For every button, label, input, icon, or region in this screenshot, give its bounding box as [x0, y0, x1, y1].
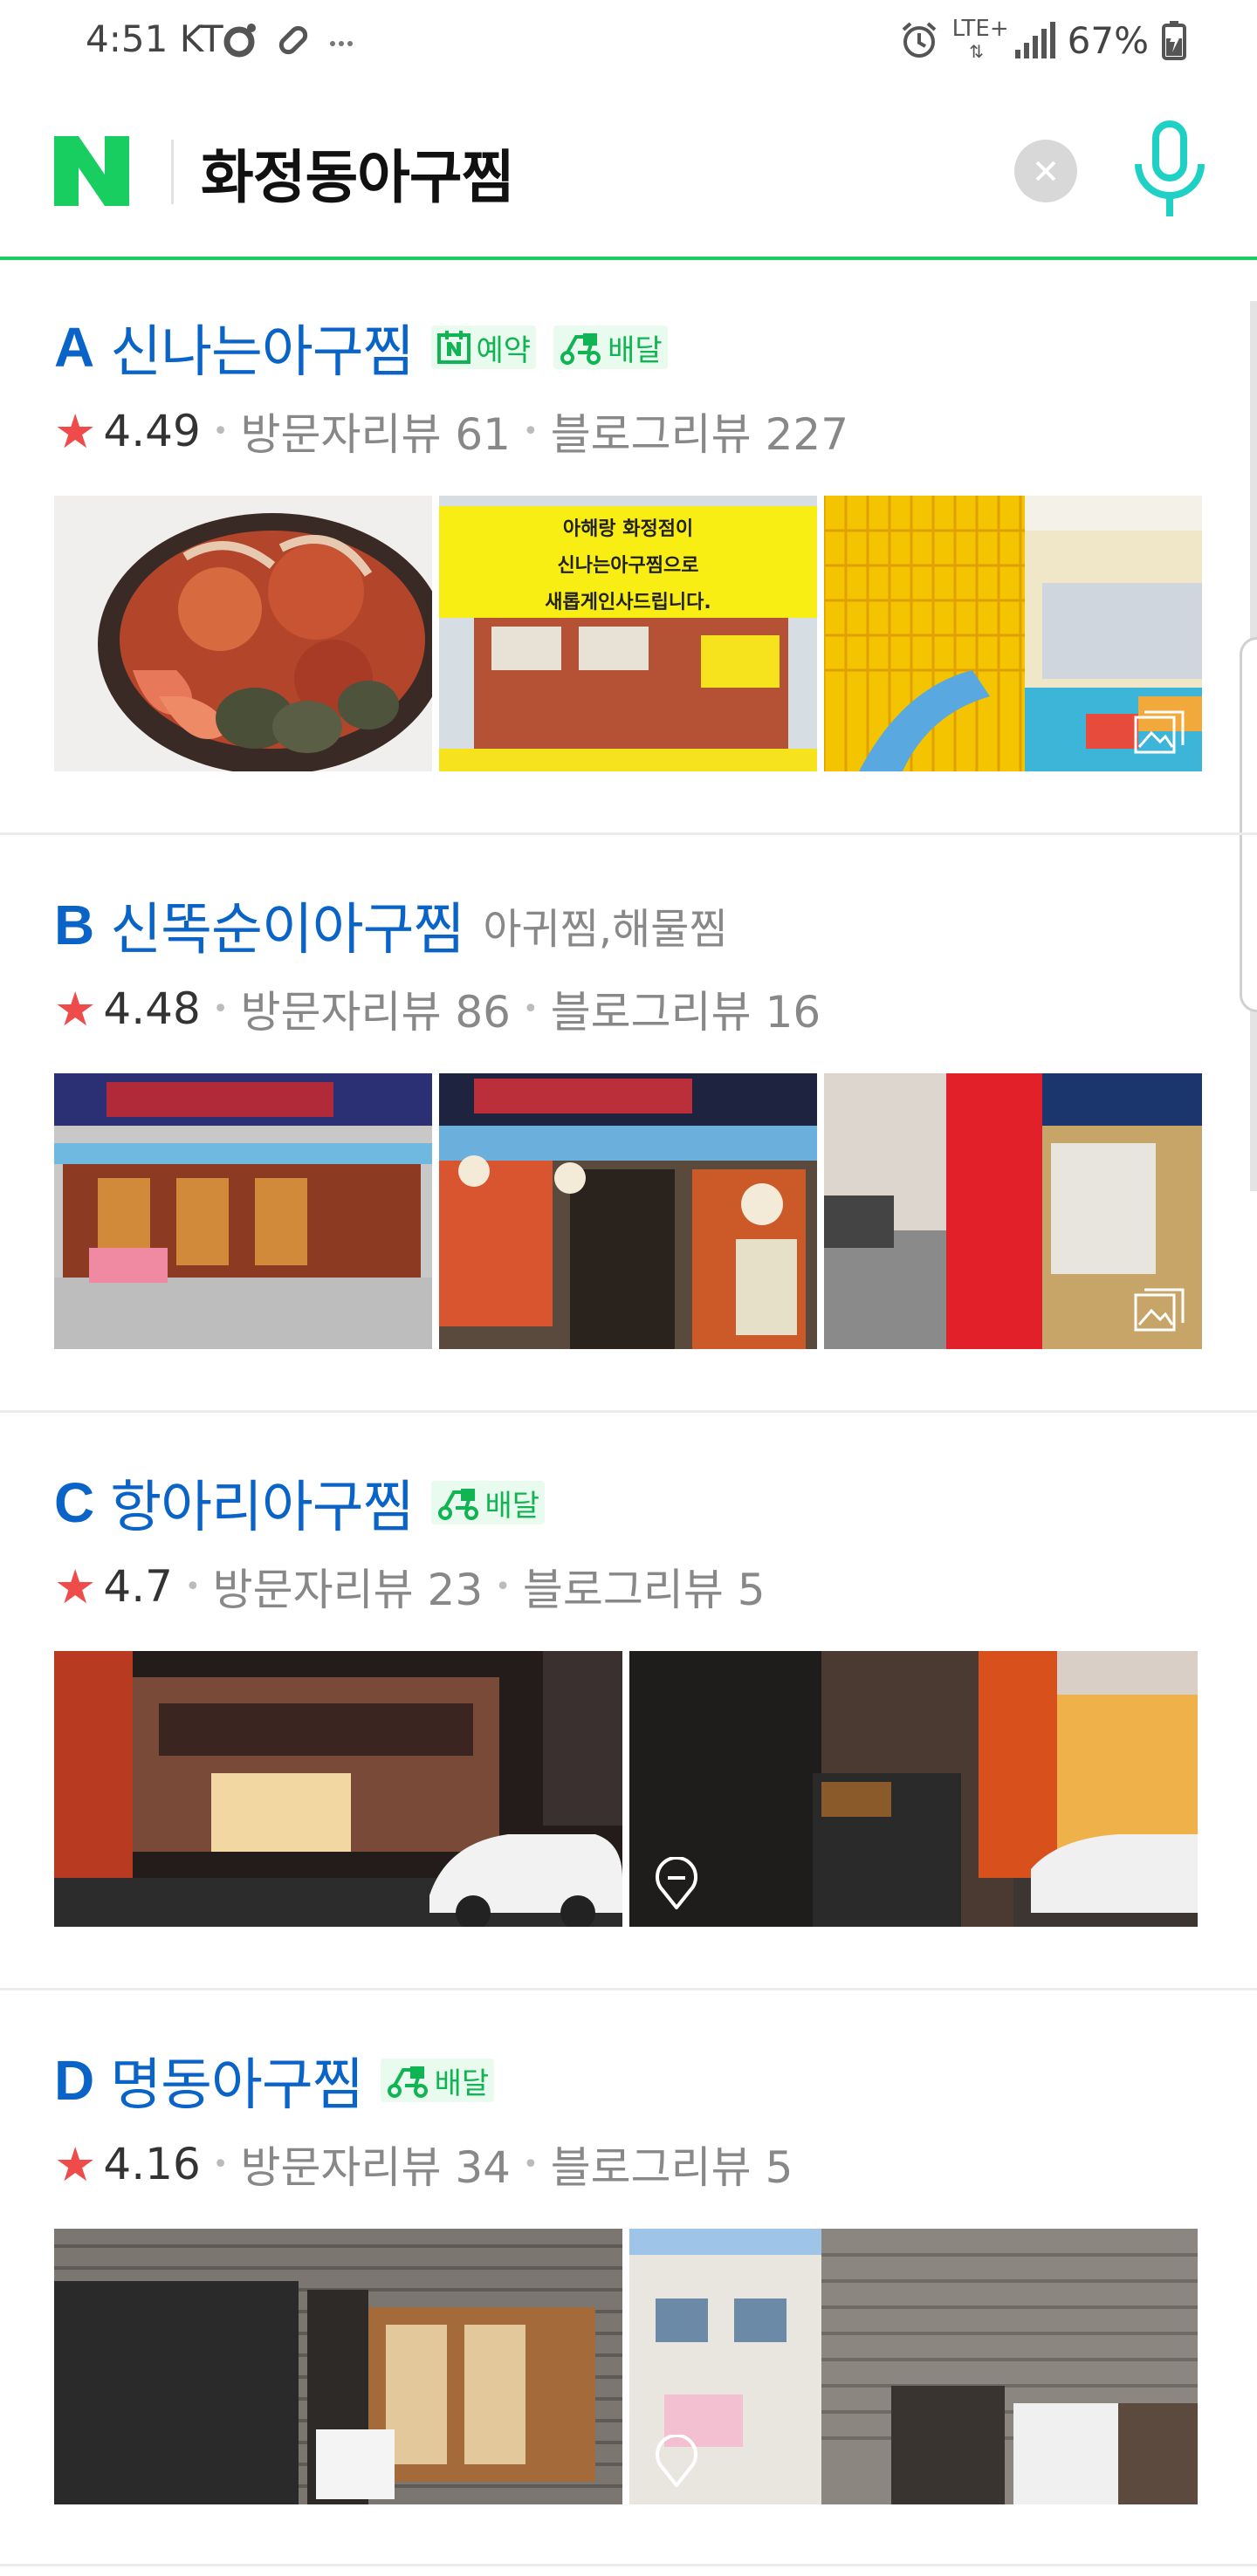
rating-row: ★ 4.49 • 방문자리뷰 61 • 블로그리뷰 227	[54, 400, 848, 462]
star-icon: ★	[54, 2136, 97, 2192]
banner-text: 아해랑 화정점이 신나는아구찜으로 새롭게인사드립니다.	[545, 518, 711, 613]
delivery-scooter-icon	[560, 333, 601, 365]
search-header: 화정동아구찜	[0, 86, 1257, 260]
rating-row: ★ 4.7 • 방문자리뷰 23 • 블로그리뷰 5	[54, 1555, 766, 1618]
gallery-more-icon[interactable]	[1134, 710, 1185, 756]
result-name-link[interactable]: 항아리아구찜	[110, 1463, 414, 1543]
photo-storefront-2[interactable]	[439, 1073, 817, 1349]
signal-strength-icon	[1014, 22, 1055, 58]
status-system-icons: LTE+ ⇅ 67%	[898, 14, 1187, 66]
header-divider	[171, 140, 174, 204]
result-photo-strip[interactable]	[54, 1073, 1202, 1349]
star-icon: ★	[54, 981, 97, 1037]
result-marker-letter: A	[54, 316, 95, 379]
result-name-link[interactable]: 명동아구찜	[110, 2040, 363, 2120]
visitor-review-count[interactable]: 방문자리뷰 34	[240, 2133, 511, 2196]
clear-search-button[interactable]	[1014, 140, 1077, 202]
rating-score: 4.7	[103, 1561, 173, 1612]
result-marker-letter: C	[54, 1471, 95, 1534]
alarm-icon	[902, 22, 936, 58]
result-name-link[interactable]: 신똑순이아구찜	[110, 885, 464, 965]
blog-review-count[interactable]: 블로그리뷰 5	[551, 2133, 793, 2196]
star-icon: ★	[54, 403, 97, 459]
gallery-more-icon[interactable]	[1134, 1288, 1185, 1333]
building-street-photo	[629, 2229, 1198, 2504]
status-time: 4:51 KT	[86, 17, 223, 60]
edge-panel-handle[interactable]	[1240, 637, 1257, 1012]
voice-search-mic-icon[interactable]	[1131, 120, 1208, 222]
photo-building-view[interactable]	[629, 2229, 1198, 2504]
result-divider	[0, 1410, 1257, 1413]
rating-row: ★ 4.16 • 방문자리뷰 34 • 블로그리뷰 5	[54, 2133, 793, 2196]
delivery-badge[interactable]: 배달	[430, 1481, 546, 1524]
blog-review-count[interactable]: 블로그리뷰 5	[523, 1555, 766, 1618]
photo-street-view[interactable]	[629, 1651, 1198, 1927]
result-title-row[interactable]: A 신나는아구찜 예약 배달	[54, 307, 668, 387]
status-bar: 4:51 KT LTE+ ⇅ 67%	[0, 0, 1257, 86]
photo-night-storefront[interactable]	[54, 1651, 622, 1927]
street-view-photo	[629, 1651, 1198, 1927]
visitor-review-count[interactable]: 방문자리뷰 61	[240, 400, 511, 462]
circle-notification-icon	[223, 24, 256, 58]
blog-review-count[interactable]: 블로그리뷰 16	[551, 977, 821, 1040]
result-photo-strip[interactable]	[54, 2229, 1198, 2504]
lte-indicator: LTE+ ⇅	[951, 16, 1009, 62]
status-notification-icons	[220, 16, 354, 65]
close-icon	[1035, 161, 1056, 182]
pill-notification-icon	[278, 25, 308, 55]
visitor-review-count[interactable]: 방문자리뷰 23	[213, 1555, 484, 1618]
reservation-badge[interactable]: 예약	[430, 325, 537, 369]
restaurant-storefront-photo	[54, 1073, 432, 1349]
braised-seafood-photo	[98, 513, 432, 771]
naver-logo-icon[interactable]	[54, 136, 129, 206]
delivery-scooter-icon	[437, 1489, 478, 1520]
result-title-row[interactable]: B 신똑순이아구찜 아귀찜,해물찜	[54, 885, 728, 965]
star-icon: ★	[54, 1559, 97, 1614]
battery-percent: 67%	[1067, 18, 1149, 62]
location-pin-icon[interactable]	[652, 2435, 701, 2487]
street-view-pin-icon[interactable]	[652, 1857, 701, 1909]
result-photo-strip[interactable]	[54, 1651, 1198, 1927]
rating-score: 4.48	[103, 983, 201, 1034]
result-photo-strip[interactable]: 아해랑 화정점이 신나는아구찜으로 새롭게인사드립니다.	[54, 496, 1202, 771]
result-name-link[interactable]: 신나는아구찜	[110, 307, 414, 387]
rating-row: ★ 4.48 • 방문자리뷰 86 • 블로그리뷰 16	[54, 977, 821, 1040]
result-marker-letter: B	[54, 894, 95, 956]
rating-score: 4.16	[103, 2139, 201, 2189]
result-title-row[interactable]: D 명동아구찜 배달	[54, 2040, 495, 2120]
result-divider	[0, 832, 1257, 835]
blog-review-count[interactable]: 블로그리뷰 227	[551, 400, 848, 462]
result-title-row[interactable]: C 항아리아구찜 배달	[54, 1463, 546, 1543]
search-input[interactable]: 화정동아구찜	[201, 131, 514, 215]
visitor-review-count[interactable]: 방문자리뷰 86	[240, 977, 511, 1040]
battery-charging-icon	[1162, 21, 1186, 60]
result-category: 아귀찜,해물찜	[483, 905, 728, 954]
result-marker-letter: D	[54, 2049, 95, 2112]
result-divider	[0, 1988, 1257, 1990]
photo-wooden-storefront[interactable]	[54, 2229, 622, 2504]
photo-playroom[interactable]	[824, 496, 1202, 771]
photo-storefront-1[interactable]	[54, 1073, 432, 1349]
naver-booking-icon	[436, 331, 471, 364]
delivery-badge[interactable]: 배달	[380, 2059, 495, 2102]
restaurant-entrance-photo	[439, 1073, 817, 1349]
delivery-badge[interactable]: 배달	[553, 325, 668, 369]
rating-score: 4.49	[103, 406, 201, 456]
night-storefront-photo	[54, 1651, 622, 1927]
photo-food[interactable]	[54, 496, 432, 771]
wooden-storefront-photo	[54, 2229, 622, 2504]
result-divider	[0, 2564, 1257, 2566]
more-notifications-icon	[330, 41, 353, 46]
photo-storefront-banner[interactable]: 아해랑 화정점이 신나는아구찜으로 새롭게인사드립니다.	[439, 496, 817, 771]
photo-street-sign[interactable]	[824, 1073, 1202, 1349]
delivery-scooter-icon	[387, 2066, 428, 2098]
